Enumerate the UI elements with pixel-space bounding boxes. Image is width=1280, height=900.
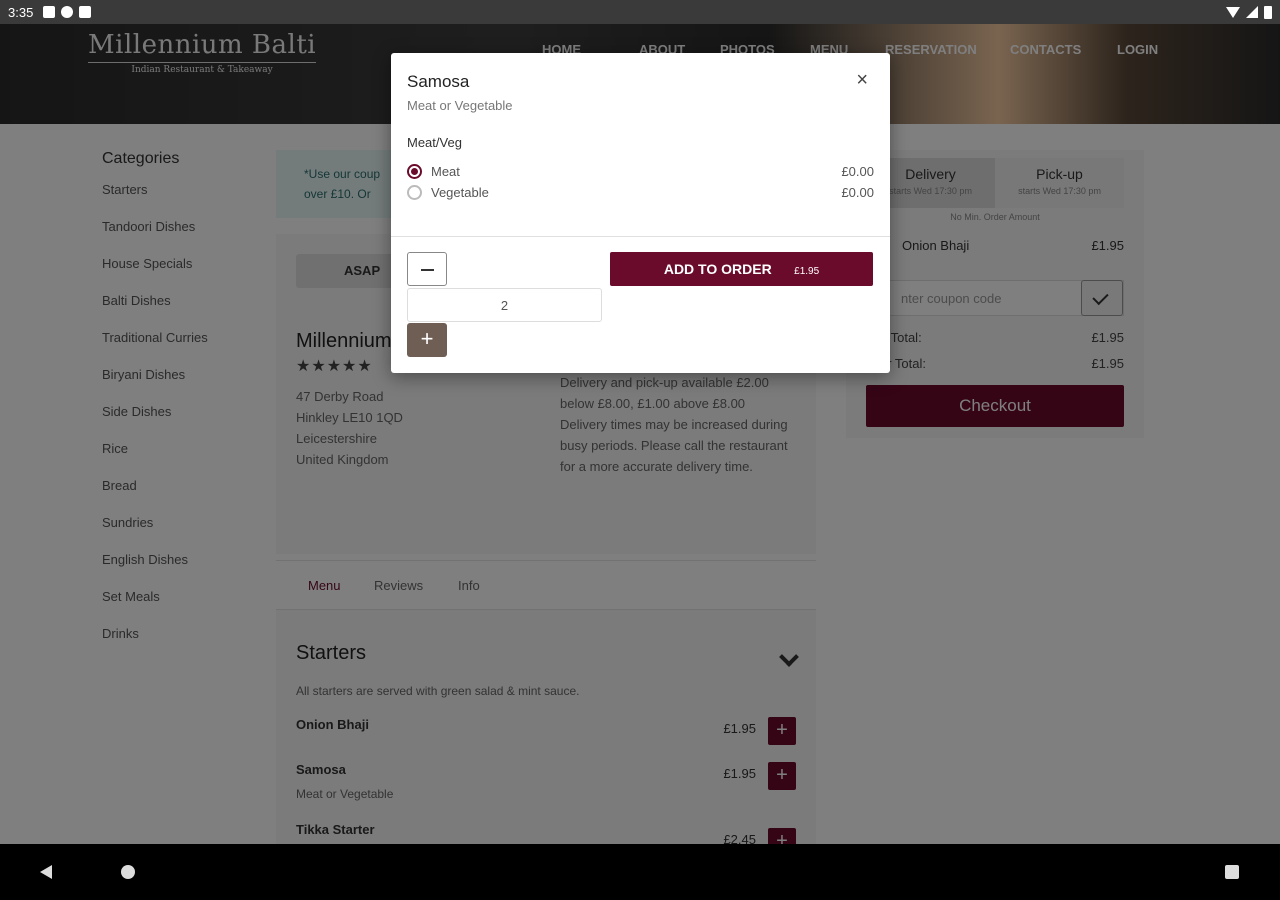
home-icon[interactable]: [121, 865, 135, 879]
add-to-order-price: £1.95: [794, 266, 820, 277]
radio-unselected[interactable]: [407, 185, 422, 200]
battery-icon: [1264, 5, 1272, 19]
option-vegetable[interactable]: Vegetable £0.00: [407, 183, 874, 203]
status-bar: 3:35: [0, 0, 1280, 24]
quantity-decrease-button[interactable]: [407, 252, 447, 286]
modal-subtitle: Meat or Vegetable: [407, 98, 513, 113]
back-icon[interactable]: [40, 865, 52, 879]
app-notification-icon: [61, 6, 74, 18]
close-icon[interactable]: ×: [856, 69, 868, 92]
quantity-increase-button[interactable]: +: [407, 323, 447, 357]
item-options-modal: Samosa Meat or Vegetable × Meat/Veg Meat…: [391, 53, 890, 373]
status-time: 3:35: [8, 4, 34, 20]
signal-icon: [1246, 6, 1258, 18]
modal-divider: [391, 236, 890, 237]
add-to-order-button[interactable]: ADD TO ORDER £1.95: [610, 252, 873, 286]
option-meat[interactable]: Meat £0.00: [407, 162, 874, 182]
radio-selected[interactable]: [407, 164, 422, 179]
option-price: £0.00: [841, 185, 874, 200]
add-to-order-label: ADD TO ORDER: [663, 261, 772, 277]
clipboard-icon: [79, 6, 92, 18]
option-group-label: Meat/Veg: [407, 135, 462, 150]
system-nav-bar: [0, 844, 1280, 900]
wifi-icon: [1226, 6, 1240, 18]
option-label: Meat: [431, 164, 460, 179]
option-label: Vegetable: [431, 185, 489, 200]
option-price: £0.00: [841, 164, 874, 179]
modal-title: Samosa: [407, 72, 470, 91]
notification-icon: [43, 6, 56, 18]
recents-icon[interactable]: [1225, 865, 1239, 879]
quantity-input[interactable]: 2: [407, 288, 602, 322]
